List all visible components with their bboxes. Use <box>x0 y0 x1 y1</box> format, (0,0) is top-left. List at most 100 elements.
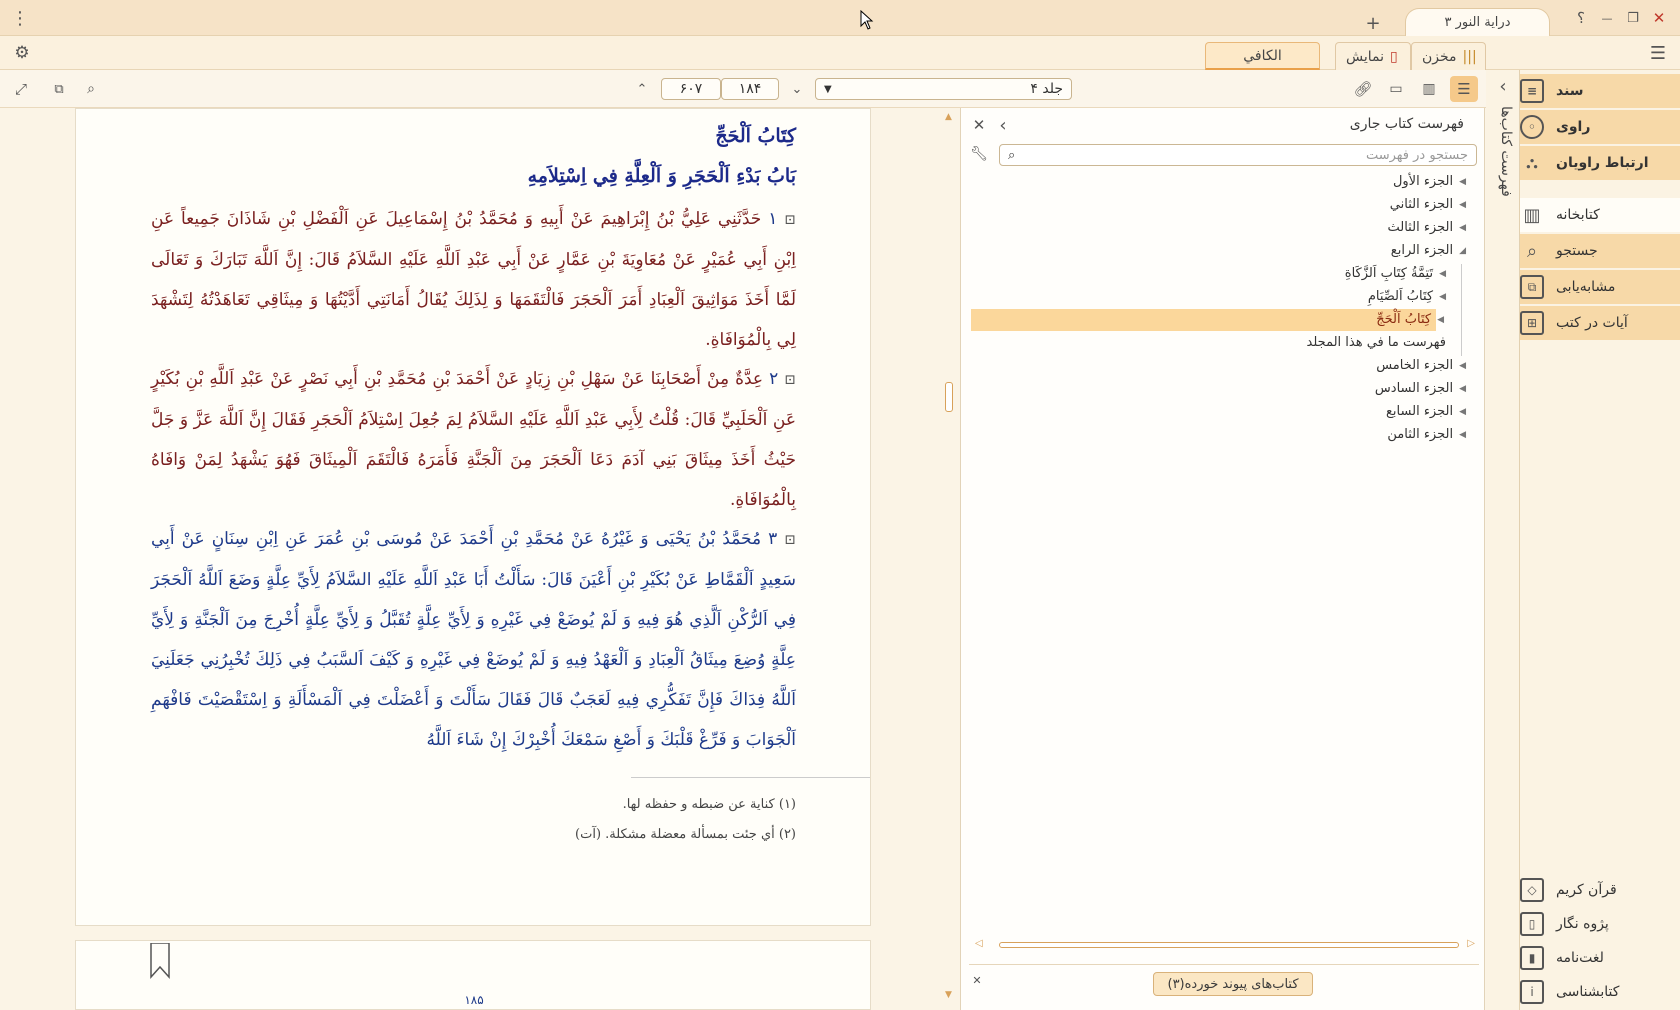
new-tab-button[interactable]: + <box>1362 12 1384 34</box>
close-button[interactable]: ✕ <box>1648 8 1670 28</box>
hamburger-menu-icon[interactable]: ☰ <box>1646 42 1670 64</box>
reader-page: كِتَابُ اَلْحَجِّ بَابُ بَدْءِ اَلْحَجَر… <box>75 108 871 926</box>
document-tab-label: دراية النور ۳ <box>1444 15 1511 30</box>
list-view-icon[interactable]: ☰ <box>1450 76 1478 102</box>
index-tree-item[interactable]: ◀ الجزء الثاني <box>1390 197 1466 212</box>
linked-books-button[interactable]: کتاب‌های پیوند خورده(۳) <box>1153 972 1313 996</box>
verse-book-icon: ⊞ <box>1520 311 1544 335</box>
index-tree-item[interactable]: ◀ تَتِمَّةُ كِتَابِ اَلزَّكَاةِ <box>1345 266 1446 281</box>
wrench-icon[interactable]: 🔧︎ <box>969 144 989 164</box>
tab-storage[interactable]: مخزن ||| <box>1411 42 1486 70</box>
sidebar-item-library[interactable]: کتابخانه ▥ <box>1520 198 1680 232</box>
sidebar-item-narrator-links[interactable]: ارتباط راویان ⛬ <box>1520 146 1680 180</box>
previous-page-button[interactable]: ⌃ <box>632 79 652 99</box>
scroll-down-icon[interactable]: ▼ <box>945 990 952 1000</box>
collapsed-arrow-icon[interactable]: ◀ <box>1459 200 1466 210</box>
reader-toolbar: ⤢ ⧉ ⌕ ⌃ ۶۰۷ ۱۸۴ ⌄ ▼ جلد ۴ 🔗︎ ▭ ▥ ☰ <box>0 70 1680 108</box>
hadith-text: حَدَّثَنِي عَلِيُّ بْنُ إِبْرَاهِيمَ عَن… <box>151 209 796 350</box>
horizontal-scrollbar[interactable]: ◁ ▷ <box>975 938 1475 952</box>
scroll-up-icon[interactable]: ▲ <box>945 112 952 122</box>
index-tree-item[interactable]: فهرست ما في هذا المجلد <box>1307 335 1446 350</box>
person-icon: ◦ <box>1520 115 1544 139</box>
expand-icon[interactable]: ⤢ <box>10 79 32 99</box>
index-tree-item[interactable]: ◀ كِتَابُ اَلصِّيَامِ <box>1368 289 1446 304</box>
hadith-3: ⊡ ۳ مُحَمَّدُ بْنُ يَحْيَى وَ غَيْرُهُ ع… <box>151 519 796 760</box>
dictionary-icon: ▮ <box>1520 946 1544 970</box>
index-tree-item[interactable]: ◀ الجزء السادس <box>1375 381 1466 396</box>
bookmark-ribbon-icon[interactable] <box>149 943 171 979</box>
collapsed-arrow-icon[interactable]: ◀ <box>1459 361 1466 371</box>
title-bar: ⋮ دراية النور ۳ + ؟ — ❐ ✕ <box>0 0 1680 36</box>
sidebar-item-narrator[interactable]: راوی ◦ <box>1520 110 1680 144</box>
document-tab[interactable]: دراية النور ۳ <box>1405 8 1550 36</box>
collapsed-arrow-icon[interactable]: ◀ <box>1459 430 1466 440</box>
index-tree-item[interactable]: ◢ الجزء الرابع <box>1391 243 1466 258</box>
more-options-icon[interactable]: ⋮ <box>8 8 32 29</box>
collapsed-arrow-icon[interactable]: ◀ <box>1439 269 1446 279</box>
tab-display-label: نمایش <box>1346 48 1385 65</box>
minimize-button[interactable]: — <box>1596 8 1618 28</box>
close-panel-icon[interactable]: ✕ <box>969 115 989 135</box>
search-icon[interactable]: ⌕ <box>80 79 102 99</box>
sidebar-item-label: لغت‌نامه <box>1556 950 1604 966</box>
index-tree-item[interactable]: ◀ الجزء الثامن <box>1387 427 1466 442</box>
bookmark-icon[interactable]: ▭ <box>1385 79 1407 99</box>
collapsed-arrow-icon[interactable]: ◀ <box>1437 315 1444 325</box>
chevron-left-icon[interactable]: ‹ <box>993 115 1013 136</box>
panel-divider <box>969 964 1479 965</box>
index-tree-item-label: الجزء الثالث <box>1387 220 1454 235</box>
scroll-right-icon[interactable]: ▷ <box>1467 938 1475 949</box>
chevron-left-icon[interactable]: ‹ <box>1492 76 1514 97</box>
hadith-icon[interactable]: ⊡ <box>784 372 796 388</box>
hadith-2: ⊡ ۲ عِدَّةٌ مِنْ أَصْحَابِنَا عَنْ سَهْل… <box>151 359 796 520</box>
collapsed-arrow-icon[interactable]: ◀ <box>1459 223 1466 233</box>
hadith-icon[interactable]: ⊡ <box>784 212 796 228</box>
book-list-strip[interactable]: ‹ فهرست کتاب‌ها <box>1486 70 1520 1010</box>
right-sidebar: سند ≡ راوی ◦ ارتباط راویان ⛬ کتابخانه ▥ … <box>1520 70 1680 1010</box>
scroll-left-icon[interactable]: ◁ <box>975 938 983 949</box>
index-tree-item[interactable]: ◀ الجزء الثالث <box>1388 220 1467 235</box>
link-icon[interactable]: 🔗︎ <box>1352 79 1374 99</box>
settings-gear-icon[interactable]: ⚙ <box>12 43 32 63</box>
volume-select[interactable]: ▼ جلد ۴ <box>815 78 1072 100</box>
tab-book-kafi[interactable]: الكافي <box>1205 42 1320 70</box>
sidebar-item-quran[interactable]: قرآن کریم ◇ <box>1520 874 1680 906</box>
page-number-input[interactable]: ۱۸۴ <box>721 78 779 100</box>
index-tree-item-label: الجزء الرابع <box>1390 243 1454 258</box>
next-page-button[interactable]: ⌄ <box>787 79 807 99</box>
tab-display[interactable]: نمایش ▯ <box>1335 42 1411 70</box>
index-tree-item[interactable]: ◀ كِتَابُ اَلْحَجِّ <box>1376 312 1444 327</box>
sidebar-item-dictionary[interactable]: لغت‌نامه ▮ <box>1520 942 1680 974</box>
index-tree-item[interactable]: ◀ الجزء السابع <box>1386 404 1466 419</box>
hadith-1: ⊡ ۱ حَدَّثَنِي عَلِيُّ بْنُ إِبْرَاهِيمَ… <box>151 199 796 360</box>
sidebar-item-bibliography[interactable]: کتابشناسی i <box>1520 976 1680 1008</box>
collapsed-arrow-icon[interactable]: ◀ <box>1459 177 1466 187</box>
help-button[interactable]: ؟ <box>1570 8 1592 28</box>
sidebar-item-sanad[interactable]: سند ≡ <box>1520 74 1680 108</box>
index-tree-item-label: كِتَابُ اَلصِّيَامِ <box>1367 289 1434 304</box>
hadith-text: مُحَمَّدُ بْنُ يَحْيَى وَ غَيْرُهُ عَنْ … <box>151 529 796 750</box>
index-tree-item[interactable]: ◀ الجزء الأول <box>1393 174 1466 189</box>
splitter[interactable]: ▲ ▼ <box>943 112 955 1002</box>
index-tree-item-label: الجزء السادس <box>1374 381 1454 396</box>
sidebar-item-verses[interactable]: آیات در کتب ⊞ <box>1520 306 1680 340</box>
book-icon[interactable]: ▥ <box>1418 79 1440 99</box>
close-linked-icon[interactable]: ✕ <box>969 972 985 988</box>
sidebar-item-search[interactable]: جستجو ⌕ <box>1520 234 1680 268</box>
compare-icon[interactable]: ⧉ <box>48 79 70 99</box>
sidebar-item-research[interactable]: پژوه نگار ▯ <box>1520 908 1680 940</box>
expanded-arrow-icon[interactable]: ◢ <box>1459 246 1466 256</box>
hadith-icon[interactable]: ⊡ <box>784 532 796 548</box>
index-search-input[interactable]: ⌕ جستجو در فهرست <box>999 144 1477 166</box>
splitter-handle[interactable] <box>945 382 953 412</box>
collapsed-arrow-icon[interactable]: ◀ <box>1459 384 1466 394</box>
restore-button[interactable]: ❐ <box>1622 8 1644 28</box>
scroll-thumb[interactable] <box>999 942 1459 948</box>
book-list-label: فهرست کتاب‌ها <box>1498 106 1514 197</box>
book-title: كِتَابُ اَلْحَجِّ <box>715 125 796 147</box>
index-tree-item[interactable]: ◀ الجزء الخامس <box>1376 358 1466 373</box>
collapsed-arrow-icon[interactable]: ◀ <box>1459 407 1466 417</box>
collapsed-arrow-icon[interactable]: ◀ <box>1439 292 1446 302</box>
tree-guide-line <box>1461 264 1462 356</box>
sidebar-item-similarity[interactable]: مشابه‌یابی ⧉ <box>1520 270 1680 304</box>
